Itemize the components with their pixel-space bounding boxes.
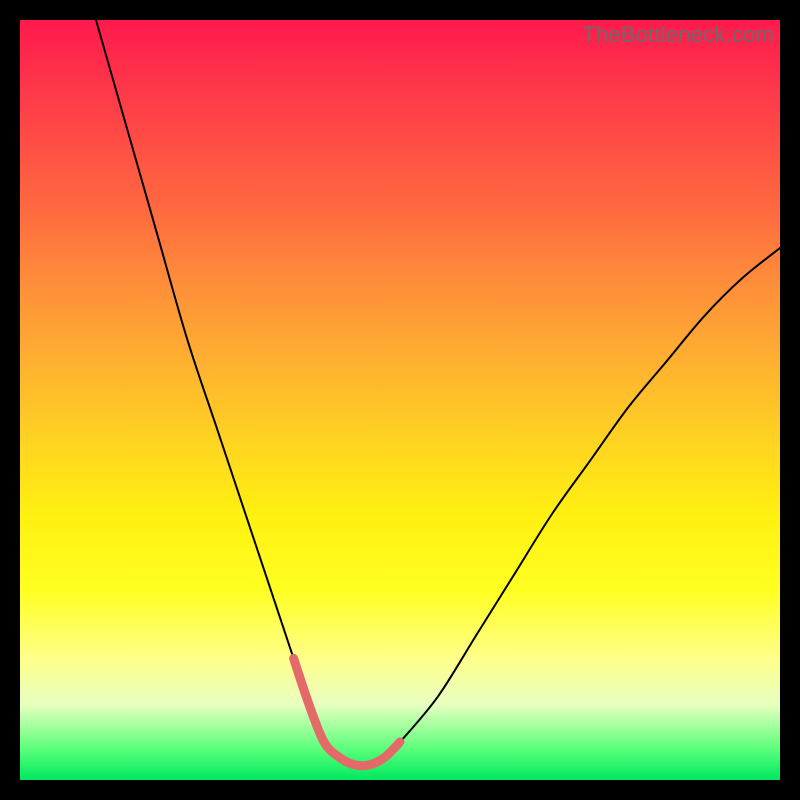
plot-area: TheBottleneck.com — [20, 20, 780, 780]
bottleneck-curve — [96, 20, 780, 766]
highlight-bottom — [294, 658, 400, 765]
chart-frame: TheBottleneck.com — [0, 0, 800, 800]
curve-layer — [20, 20, 780, 780]
